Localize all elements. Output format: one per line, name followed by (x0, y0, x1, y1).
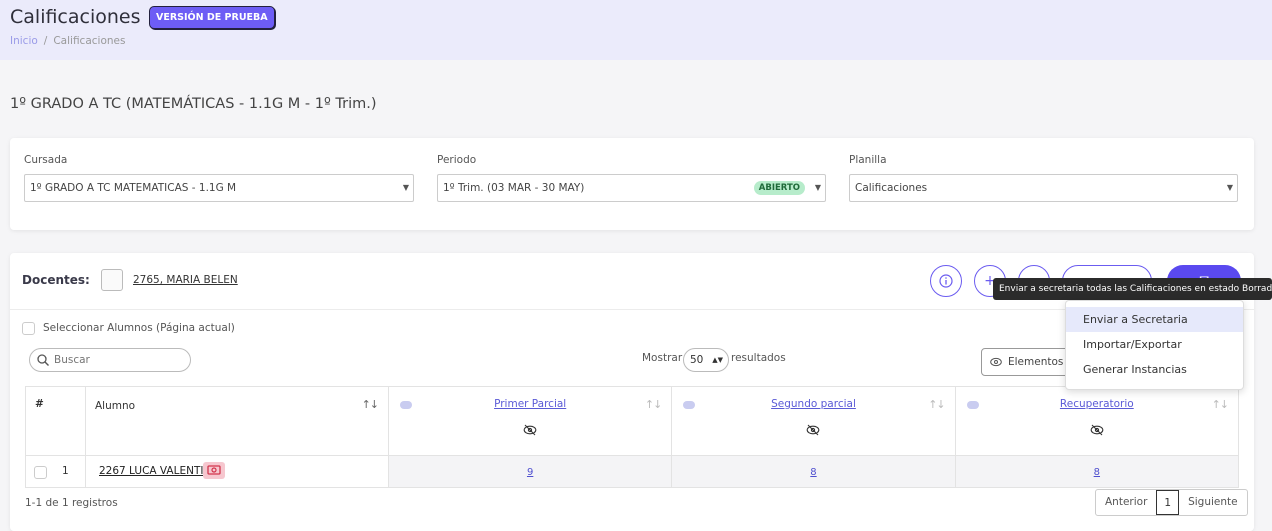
column-header-evaluation: Segundo parcial ↑↓ (671, 386, 956, 456)
records-count: 1-1 de 1 registros (25, 497, 118, 509)
column-header-evaluation: Primer Parcial ↑↓ (387, 386, 673, 456)
eye-off-icon[interactable] (523, 424, 537, 436)
page-header: Calificaciones VERSIÓN DE PRUEBA Inicio /… (0, 0, 1272, 60)
money-icon (203, 462, 225, 479)
info-icon (939, 274, 953, 288)
cursada-label: Cursada (24, 154, 68, 166)
grade-cell[interactable]: 8 (671, 455, 956, 488)
evaluation-link[interactable]: Segundo parcial (672, 398, 954, 410)
next-page-button[interactable]: Siguiente (1179, 490, 1247, 515)
planilla-label: Planilla (849, 154, 887, 166)
prev-page-button[interactable]: Anterior (1096, 490, 1156, 515)
student-cell: 2267 LUCA VALENTIN (85, 455, 389, 488)
grade-value[interactable]: 8 (1094, 467, 1100, 478)
actions-dropdown-menu: Enviar a Secretaria Importar/Exportar Ge… (1065, 300, 1244, 390)
column-header-evaluation: Recuperatorio ↑↓ (954, 386, 1240, 456)
caret-down-icon: ▼ (402, 183, 409, 192)
row-number: 1 (62, 465, 69, 477)
periodo-select[interactable]: 1º Trim. (03 MAR - 30 MAY) ABIERTO ▼ (437, 174, 826, 202)
page-title: Calificaciones (10, 6, 141, 28)
periodo-label: Periodo (437, 154, 477, 166)
breadcrumb-current: Calificaciones (53, 35, 126, 47)
grades-table: # Alumno ↑↓ Primer Parcial ↑↓ Segundo pa… (25, 386, 1240, 488)
sort-icon[interactable]: ↑↓ (362, 398, 379, 411)
sort-icon[interactable]: ↑↓ (1212, 398, 1229, 411)
visible-elements-label: Elementos v (1008, 356, 1073, 368)
period-status-badge: ABIERTO (753, 181, 805, 195)
column-header-alumno[interactable]: Alumno ↑↓ (85, 386, 389, 456)
grade-cell[interactable]: 8 (954, 455, 1240, 488)
course-subtitle: 1º GRADO A TC (MATEMÁTICAS - 1.1G M - 1º… (10, 96, 377, 112)
menu-item-importar-exportar[interactable]: Importar/Exportar (1066, 332, 1243, 357)
column-header-num: # (25, 386, 86, 456)
caret-down-icon: ▼ (814, 183, 821, 192)
table-row: 1 2267 LUCA VALENTIN 9 8 8 (25, 455, 1240, 488)
search-input[interactable] (54, 352, 184, 368)
show-label: Mostrar (642, 352, 683, 364)
evaluation-link[interactable]: Recuperatorio (956, 398, 1238, 410)
filters-card: Cursada 1º GRADO A TC MATEMATICAS - 1.1G… (10, 138, 1254, 230)
info-button[interactable] (930, 265, 962, 297)
page-size-select[interactable]: 50 ▲▼ (683, 348, 729, 372)
menu-item-generar-instancias[interactable]: Generar Instancias (1066, 357, 1243, 382)
updown-icon: ▲▼ (712, 356, 723, 364)
eye-off-icon[interactable] (1090, 424, 1104, 436)
trial-badge: VERSIÓN DE PRUEBA (149, 6, 275, 29)
menu-item-enviar-secretaria[interactable]: Enviar a Secretaria (1066, 307, 1243, 332)
planilla-select[interactable]: Calificaciones ▼ (849, 174, 1238, 202)
cursada-value: 1º GRADO A TC MATEMATICAS - 1.1G M (30, 182, 237, 194)
search-icon (37, 354, 49, 366)
results-label: resultados (731, 352, 786, 364)
select-all-checkbox[interactable] (22, 322, 35, 335)
planilla-value: Calificaciones (855, 182, 928, 194)
select-all-label: Seleccionar Alumnos (Página actual) (43, 322, 235, 334)
pagination: Anterior 1 Siguiente (1095, 489, 1248, 516)
sort-icon[interactable]: ↑↓ (928, 398, 945, 411)
row-checkbox[interactable] (34, 466, 47, 479)
grade-value[interactable]: 8 (810, 467, 816, 478)
alumno-header-label: Alumno (95, 400, 136, 412)
row-number-cell: 1 (25, 455, 86, 488)
cursada-select[interactable]: 1º GRADO A TC MATEMATICAS - 1.1G M ▼ (24, 174, 414, 202)
tooltip: Enviar a secretaria todas las Calificaci… (993, 278, 1272, 300)
periodo-value: 1º Trim. (03 MAR - 30 MAY) (443, 182, 585, 194)
breadcrumb: Inicio / Calificaciones (10, 35, 125, 47)
docentes-label: Docentes: (22, 273, 90, 287)
grade-value[interactable]: 9 (527, 467, 533, 478)
grade-cell[interactable]: 9 (387, 455, 673, 488)
search-field[interactable] (29, 348, 191, 372)
caret-down-icon: ▼ (1226, 183, 1233, 192)
sort-icon[interactable]: ↑↓ (645, 398, 662, 411)
evaluation-link[interactable]: Primer Parcial (389, 398, 671, 410)
breadcrumb-separator: / (43, 35, 48, 47)
student-link[interactable]: 2267 LUCA VALENTIN (99, 465, 211, 477)
eye-off-icon[interactable] (806, 424, 820, 436)
page-size-value: 50 (690, 354, 704, 366)
current-page-button[interactable]: 1 (1156, 490, 1180, 515)
teacher-avatar (101, 269, 123, 291)
breadcrumb-home-link[interactable]: Inicio (10, 35, 38, 47)
eye-icon (990, 357, 1002, 367)
teacher-link[interactable]: 2765, MARIA BELEN (133, 274, 238, 286)
